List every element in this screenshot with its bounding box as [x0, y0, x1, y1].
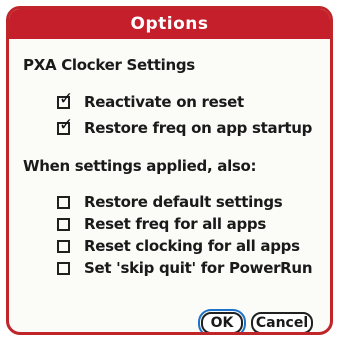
- checkbox-row-restore-freq-on-app-startup[interactable]: ✓ Restore freq on app startup: [57, 116, 313, 139]
- checkbox-row-reset-clocking-for-all-apps[interactable]: Reset clocking for all apps: [57, 235, 300, 257]
- label-restore-default-settings: Restore default settings: [84, 193, 283, 211]
- checkbox-reactivate-on-reset[interactable]: ✓: [57, 90, 73, 109]
- label-reactivate-on-reset: Reactivate on reset: [84, 93, 244, 111]
- label-set-skip-quit-for-powerrun: Set 'skip quit' for PowerRun: [84, 259, 313, 277]
- checkmark-icon: ✓: [59, 114, 74, 135]
- section-when-applied-title: When settings applied, also:: [23, 157, 257, 175]
- checkbox-reset-clocking-for-all-apps[interactable]: [57, 239, 70, 253]
- ok-button[interactable]: OK: [198, 309, 246, 332]
- cancel-button[interactable]: Cancel: [251, 312, 313, 332]
- checkmark-icon: ✓: [59, 88, 74, 109]
- checkbox-reset-freq-for-all-apps[interactable]: [57, 217, 70, 231]
- label-reset-freq-for-all-apps: Reset freq for all apps: [84, 215, 266, 233]
- label-restore-freq-on-app-startup: Restore freq on app startup: [84, 119, 313, 137]
- checkbox-row-reset-freq-for-all-apps[interactable]: Reset freq for all apps: [57, 213, 266, 235]
- section-pxa-settings-title: PXA Clocker Settings: [23, 56, 195, 74]
- dialog-title: Options: [9, 9, 330, 39]
- checkbox-row-reactivate-on-reset[interactable]: ✓ Reactivate on reset: [57, 90, 244, 113]
- checkbox-set-skip-quit-for-powerrun[interactable]: [57, 261, 70, 275]
- label-reset-clocking-for-all-apps: Reset clocking for all apps: [84, 237, 300, 255]
- checkbox-restore-default-settings[interactable]: [57, 195, 70, 209]
- checkbox-row-set-skip-quit-for-powerrun[interactable]: Set 'skip quit' for PowerRun: [57, 257, 313, 279]
- checkbox-restore-freq-on-app-startup[interactable]: ✓: [57, 116, 73, 135]
- options-dialog: Options PXA Clocker Settings ✓ Reactivat…: [6, 6, 333, 335]
- checkbox-row-restore-default-settings[interactable]: Restore default settings: [57, 191, 283, 213]
